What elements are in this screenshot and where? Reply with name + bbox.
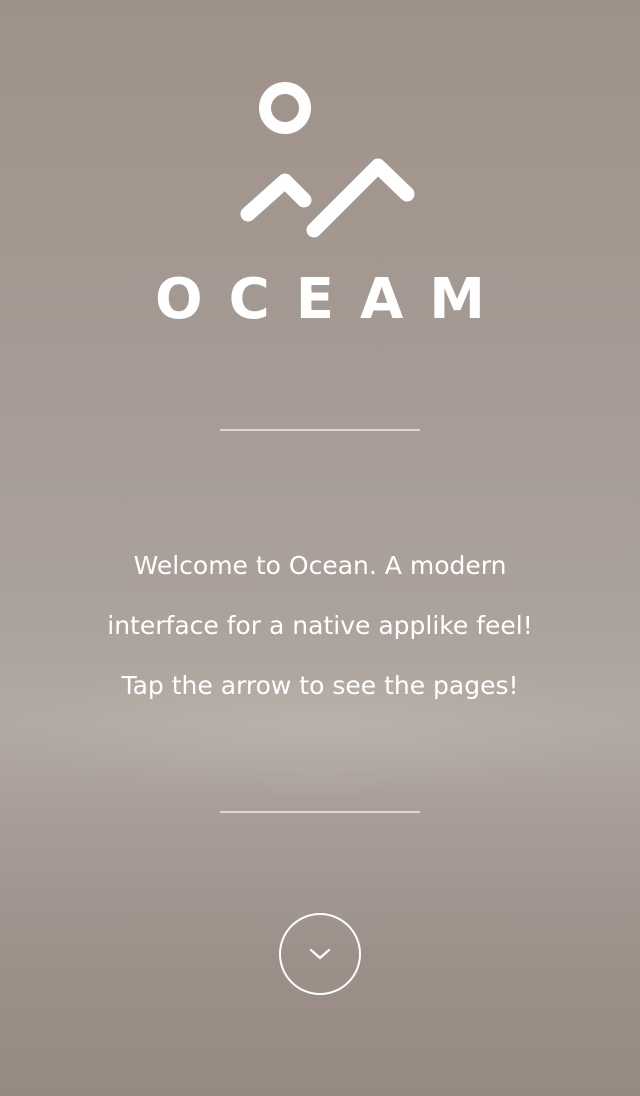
welcome-text: Welcome to Ocean. A modern interface for…	[90, 536, 550, 716]
sun-mountains-icon	[240, 82, 415, 238]
welcome-line: Tap the arrow to see the pages!	[121, 671, 519, 700]
welcome-line: Welcome to Ocean. A modern	[133, 551, 507, 580]
bottom-divider	[220, 811, 420, 813]
next-page-button[interactable]	[279, 913, 361, 995]
brand-name: OCEAM	[154, 267, 512, 332]
chevron-down-icon	[309, 948, 331, 960]
welcome-line: interface for a native applike feel!	[107, 611, 533, 640]
top-divider	[220, 429, 420, 431]
